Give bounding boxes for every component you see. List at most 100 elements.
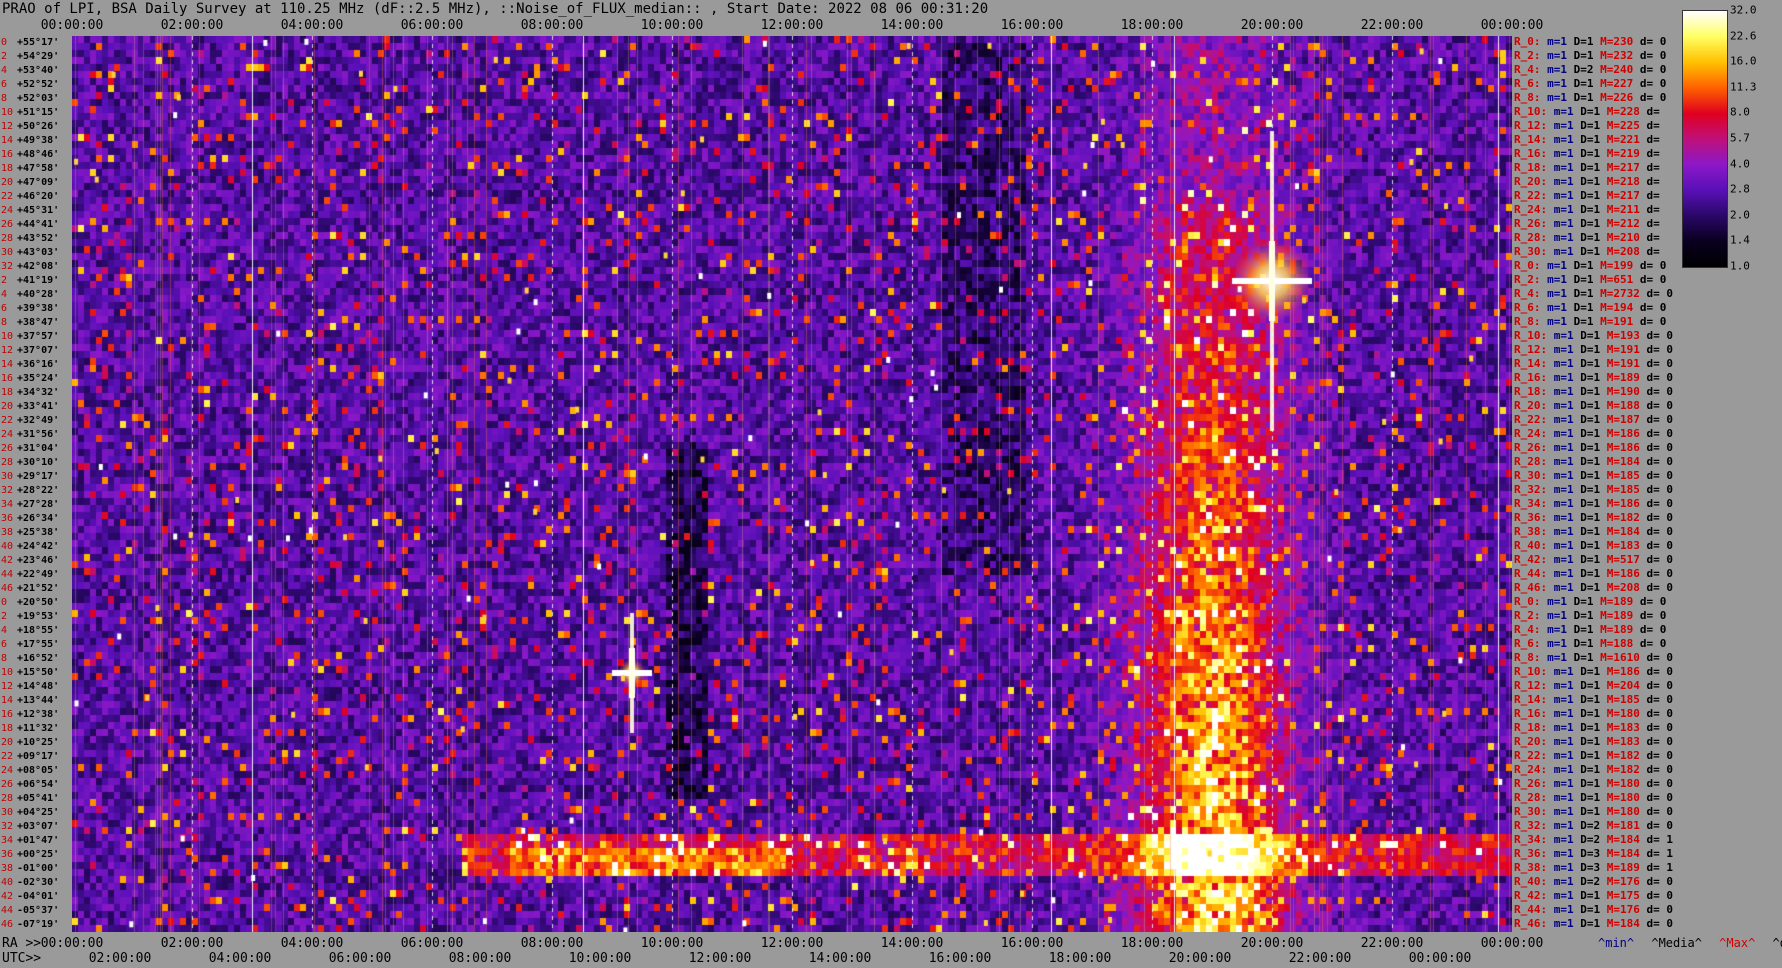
row-stat: R_42: m=1 D=1 M=517 d= 0 [1514, 554, 1673, 566]
row-stat-dv: d= 0 [1639, 315, 1667, 328]
declination-row-label: 8 +38°47' [1, 317, 59, 329]
row-stat-dv: d= 0 [1639, 637, 1667, 650]
row-stat-r: R_30: [1514, 469, 1548, 482]
row-stat-d: D=1 [1580, 133, 1601, 146]
declination-row-label: 16 +48°46' [1, 149, 59, 161]
row-stat-m: m=1 [1553, 399, 1574, 412]
row-stat-M: M=228 [1606, 105, 1640, 118]
row-stat-r: R_16: [1514, 371, 1548, 384]
declination-row-label: 12 +50°26' [1, 121, 59, 133]
row-stat: R_30: m=1 D=1 M=208 d= [1514, 246, 1660, 258]
row-index: 28 [1, 457, 14, 468]
row-stat: R_0: m=1 D=1 M=189 d= 0 [1514, 596, 1666, 608]
topticks-tick: 20:00:00 [1240, 18, 1304, 33]
chart-title: PRAO of LPI, BSA Daily Survey at 110.25 … [2, 1, 989, 17]
utcticks-tick: 00:00:00 [1408, 951, 1472, 966]
row-index: 40 [1, 877, 14, 888]
declination-row-label: 22 +09°17' [1, 751, 59, 763]
row-index: 22 [1, 751, 14, 762]
row-declination: +01°47' [17, 835, 60, 846]
row-stat-r: R_28: [1514, 791, 1548, 804]
row-index: 32 [1, 261, 14, 272]
declination-row-label: 40 -02°30' [1, 877, 59, 889]
row-stat-d: D=1 [1580, 903, 1601, 916]
declination-row-label: 20 +10°25' [1, 737, 59, 749]
row-stat-dv: d= [1646, 161, 1660, 174]
declination-row-label: 40 +24°42' [1, 541, 59, 553]
row-index: 10 [1, 331, 14, 342]
row-stat-r: R_30: [1514, 805, 1548, 818]
row-stat-m: m=1 [1553, 189, 1574, 202]
row-stat-M: M=190 [1606, 385, 1640, 398]
colorbar-tick: 1.0 [1730, 259, 1750, 273]
row-stat-m: m=1 [1553, 749, 1574, 762]
row-stat: R_8: m=1 D=1 M=191 d= 0 [1514, 316, 1666, 328]
topticks-tick: 00:00:00 [40, 18, 104, 33]
row-stat-dv: d= 0 [1646, 399, 1674, 412]
row-declination: +18°55' [17, 625, 60, 636]
row-stat-M: M=180 [1606, 777, 1640, 790]
row-declination: +22°49' [17, 569, 60, 580]
row-stat-r: R_44: [1514, 903, 1548, 916]
row-stat-M: M=517 [1606, 553, 1640, 566]
row-stat-m: m=1 [1547, 651, 1567, 664]
row-stat-m: m=1 [1553, 203, 1574, 216]
row-stat-r: R_2: [1514, 609, 1541, 622]
declination-row-label: 26 +06°54' [1, 779, 59, 791]
declination-row-label: 16 +12°38' [1, 709, 59, 721]
row-stat-m: m=1 [1553, 105, 1574, 118]
row-declination: +28°22' [17, 485, 60, 496]
row-declination: +14°48' [17, 681, 60, 692]
row-stat-d: D=1 [1580, 763, 1601, 776]
row-declination: +39°38' [17, 303, 60, 314]
row-index: 34 [1, 835, 14, 846]
row-stat-m: m=1 [1553, 175, 1574, 188]
botticks-tick: 00:00:00 [40, 936, 104, 951]
row-stat-dv: d= 0 [1646, 917, 1674, 930]
row-stat-m: m=1 [1553, 735, 1574, 748]
row-stat-r: R_0: [1514, 259, 1541, 272]
row-declination: +10°25' [17, 737, 60, 748]
row-stat-d: D=1 [1580, 217, 1601, 230]
row-stat-m: m=1 [1547, 49, 1567, 62]
row-index: 42 [1, 891, 14, 902]
row-declination: +47°09' [17, 177, 60, 188]
row-index: 32 [1, 821, 14, 832]
declination-row-label: 28 +30°10' [1, 457, 59, 469]
colorbar-tick: 1.4 [1730, 233, 1750, 247]
row-stat-M: M=199 [1600, 259, 1634, 272]
row-declination: +51°15' [17, 107, 60, 118]
row-stat-r: R_42: [1514, 889, 1548, 902]
row-declination: +55°17' [17, 37, 60, 48]
row-declination: +49°38' [17, 135, 60, 146]
row-stat-M: M=227 [1600, 77, 1634, 90]
row-stat-dv: d= 0 [1646, 679, 1674, 692]
row-stat-d: D=1 [1580, 791, 1601, 804]
ra-time-axis: 00:00:00 02:00:00 04:00:00 06:00:00 08:00:00… [0, 936, 1544, 952]
row-stat-M: M=186 [1606, 441, 1640, 454]
row-declination: +48°46' [17, 149, 60, 160]
row-declination: +26°34' [17, 513, 60, 524]
declination-row-label: 30 +04°25' [1, 807, 59, 819]
declination-row-label: 24 +31°56' [1, 429, 59, 441]
row-stat: R_6: m=1 D=1 M=188 d= 0 [1514, 638, 1666, 650]
topticks-tick: 04:00:00 [280, 18, 344, 33]
topticks-tick: 12:00:00 [760, 18, 824, 33]
row-stat-m: m=1 [1547, 259, 1567, 272]
row-stat: R_16: m=1 D=1 M=189 d= 0 [1514, 372, 1673, 384]
row-stat-r: R_16: [1514, 147, 1548, 160]
row-stat-M: M=226 [1600, 91, 1634, 104]
botticks-tick: 10:00:00 [640, 936, 704, 951]
row-stat-dv: d= 0 [1646, 287, 1674, 300]
row-stat-dv: d= 0 [1646, 721, 1674, 734]
declination-row-label: 4 +53°40' [1, 65, 59, 77]
declination-row-label: 22 +32°49' [1, 415, 59, 427]
row-stat-d: D=1 [1580, 917, 1601, 930]
row-stat-m: m=1 [1553, 343, 1574, 356]
row-declination: +41°19' [17, 275, 60, 286]
row-stat-d: D=1 [1580, 203, 1601, 216]
row-stat-r: R_4: [1514, 623, 1541, 636]
row-index: 44 [1, 569, 14, 580]
declination-row-label: 24 +45°31' [1, 205, 59, 217]
row-index: 30 [1, 471, 14, 482]
